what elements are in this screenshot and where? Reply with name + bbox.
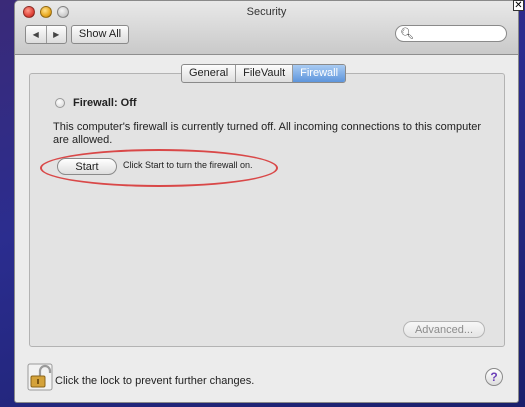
tab-filevault[interactable]: FileVault bbox=[235, 65, 292, 82]
tab-bar: General FileVault Firewall bbox=[181, 64, 347, 83]
firewall-status: Firewall: Off bbox=[55, 97, 137, 109]
advanced-button[interactable]: Advanced... bbox=[403, 321, 485, 338]
nav-buttons: ◀ ▶ bbox=[25, 25, 67, 44]
padlock-open-icon[interactable] bbox=[27, 363, 53, 391]
bottom-bar: Click the lock to prevent further change… bbox=[15, 353, 518, 402]
tab-firewall[interactable]: Firewall bbox=[292, 65, 346, 82]
search-input[interactable] bbox=[411, 27, 501, 40]
window-title: Security bbox=[246, 6, 287, 18]
start-hint-text: Click Start to turn the firewall on. bbox=[123, 160, 253, 170]
preferences-window: Security ◀ ▶ Show All 🔍︎ General FileVau… bbox=[14, 0, 519, 403]
tab-content-panel bbox=[29, 73, 505, 347]
firewall-status-label: Firewall: Off bbox=[73, 97, 137, 109]
firewall-description: This computer's firewall is currently tu… bbox=[53, 121, 482, 146]
back-button[interactable]: ◀ bbox=[26, 26, 46, 43]
help-button[interactable]: ? bbox=[485, 368, 503, 386]
search-field[interactable]: 🔍︎ bbox=[395, 25, 507, 42]
lock-text: Click the lock to prevent further change… bbox=[55, 375, 255, 387]
forward-button[interactable]: ▶ bbox=[45, 26, 67, 43]
titlebar: Security ◀ ▶ Show All 🔍︎ bbox=[15, 1, 518, 55]
show-all-button[interactable]: Show All bbox=[71, 25, 129, 44]
status-indicator-icon bbox=[55, 98, 65, 108]
tab-general[interactable]: General bbox=[182, 65, 235, 82]
close-icon[interactable]: ✕ bbox=[513, 0, 524, 11]
start-firewall-button[interactable]: Start bbox=[57, 158, 117, 175]
